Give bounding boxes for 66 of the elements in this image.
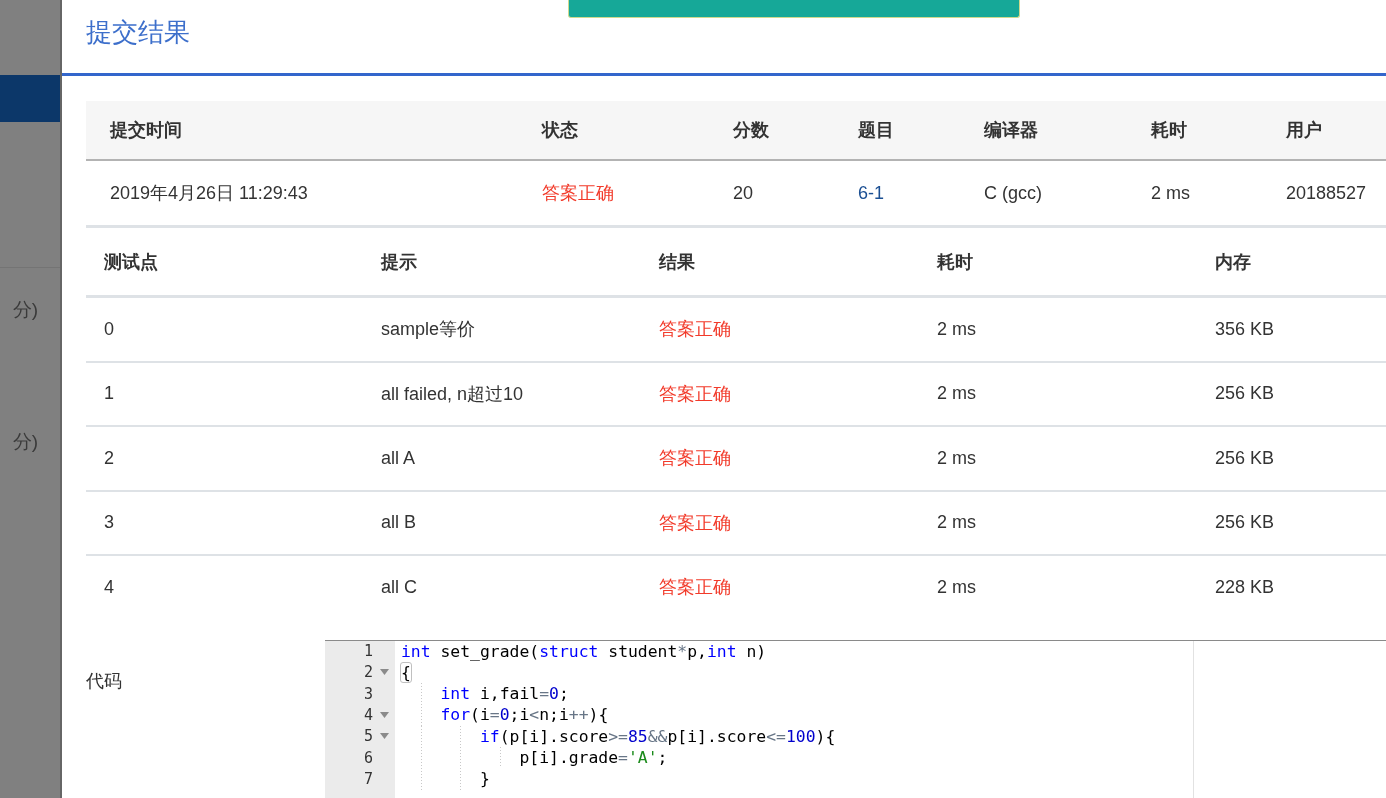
- code-line: {: [401, 661, 411, 684]
- code-label: 代码: [86, 670, 122, 691]
- table-cell-text: 256 KB: [1214, 382, 1276, 406]
- status-cell-text: 答案正确: [658, 447, 732, 471]
- line-number: 6: [362, 748, 373, 767]
- table-cell-text: 256 KB: [1214, 511, 1276, 535]
- table-cell-text: all failed, n超过10: [380, 382, 525, 406]
- status-cell-text: 答案正确: [658, 511, 732, 535]
- line-number: 7: [362, 770, 373, 789]
- column-header: 内存: [1214, 250, 1252, 274]
- table-cell-text: 2 ms: [936, 511, 977, 535]
- table-cell-text: 1: [103, 382, 115, 406]
- question-score-text: 分): [12, 430, 38, 454]
- table-cell-text: C (gcc): [983, 181, 1043, 205]
- column-header: 测试点: [103, 250, 159, 274]
- line-number: 5: [362, 727, 373, 746]
- table-cell-text: 2 ms: [936, 317, 977, 341]
- table-cell-text: 0: [103, 317, 115, 341]
- code-line: p[i].grade='A';: [401, 747, 668, 769]
- code-line: for(i=0;i<n;i++){: [401, 704, 609, 726]
- table-cell-text: 20188527: [1285, 181, 1368, 205]
- table-cell-text: sample等价: [380, 318, 477, 342]
- fold-caret-icon[interactable]: [379, 669, 389, 676]
- table-cell-text: all A: [380, 446, 417, 470]
- table-cell-text: all B: [380, 511, 417, 535]
- line-number: 1: [362, 642, 373, 661]
- column-header: 结果: [657, 250, 696, 274]
- dialog-title: 提交结果: [86, 16, 190, 48]
- table-cell-text: 20: [732, 181, 755, 205]
- column-header: 耗时: [936, 250, 974, 274]
- table-cell-text: 2 ms: [936, 575, 977, 599]
- table-cell-text: 2 ms: [1150, 181, 1191, 205]
- line-number: 3: [362, 684, 373, 703]
- table-cell-text: 2 ms: [936, 446, 977, 470]
- table-cell-text: 3: [103, 511, 115, 535]
- table-cell-text: 228 KB: [1214, 575, 1276, 599]
- table-cell-text: 256 KB: [1214, 446, 1276, 470]
- table-cell-text: 2 ms: [936, 382, 977, 406]
- column-header: 用户: [1285, 119, 1323, 142]
- status-cell-text: 答案正确: [658, 318, 732, 342]
- column-header: 提交时间: [109, 119, 183, 142]
- code-line: }: [401, 768, 490, 790]
- fold-caret-icon[interactable]: [379, 733, 389, 740]
- line-number: 2: [362, 663, 373, 682]
- line-number: 4: [362, 706, 373, 725]
- problem-link[interactable]: 6-1: [858, 182, 884, 204]
- status-cell-text: 答案正确: [541, 182, 615, 205]
- column-header: 耗时: [1150, 119, 1188, 142]
- table-cell-text: 2: [103, 446, 115, 470]
- column-header: 提示: [380, 250, 418, 274]
- status-cell-text: 答案正确: [658, 576, 732, 600]
- code-line: int set_grade(struct student*p,int n): [401, 640, 767, 662]
- question-score-text: 分): [12, 298, 38, 322]
- table-cell-text: all C: [380, 575, 418, 599]
- code-line: if(p[i].score>=85&&p[i].score<=100){: [401, 725, 836, 748]
- column-header: 编译器: [983, 119, 1039, 142]
- table-cell-text: 2019年4月26日 11:29:43: [109, 182, 309, 205]
- selected-nav-bar: [0, 75, 60, 122]
- column-header: 状态: [540, 119, 579, 142]
- column-header: 分数: [732, 119, 770, 142]
- column-header: 题目: [857, 119, 895, 142]
- table-cell-text: 4: [103, 575, 115, 599]
- fold-caret-icon[interactable]: [379, 712, 389, 719]
- table-cell-text: 356 KB: [1214, 317, 1276, 341]
- status-cell-text: 答案正确: [658, 382, 732, 406]
- code-line: int i,fail=0;: [401, 683, 569, 705]
